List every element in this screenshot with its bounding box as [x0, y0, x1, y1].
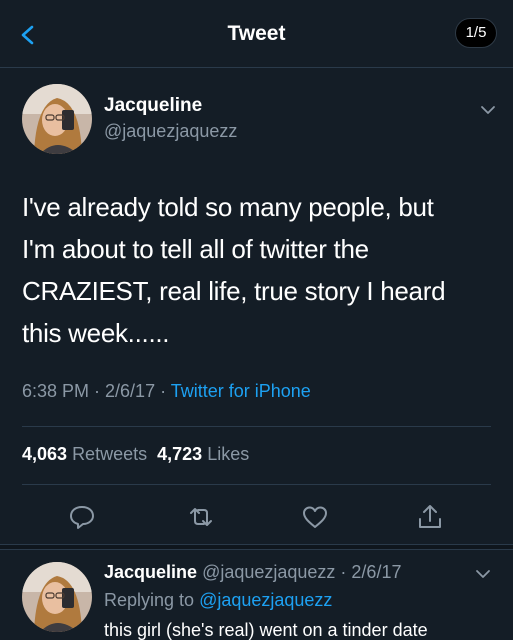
reply-icon[interactable] — [67, 502, 97, 532]
tweet-text-line: I've already told so many people, but — [22, 192, 434, 222]
divider — [0, 544, 513, 550]
reply-meta: @jaquezjaquezz · 2/6/17 — [202, 562, 402, 582]
tweet-timestamp: 6:38 PM · 2/6/17 · — [22, 381, 171, 401]
tweet-text-line: this week...... — [22, 318, 170, 348]
reply-header: Jacqueline @jaquezjaquezz · 2/6/17 — [104, 562, 401, 583]
tweet-source-link[interactable]: Twitter for iPhone — [171, 381, 311, 401]
reply-text: this girl (she's real) went on a tinder … — [104, 620, 428, 640]
page-title: Tweet — [227, 22, 286, 45]
reply-avatar[interactable] — [22, 562, 92, 632]
replying-to-label: Replying to — [104, 590, 195, 610]
tweet-text-line: CRAZIEST, real life, true story I heard — [22, 276, 446, 306]
replying-to: Replying to @jaquezjaquezz — [104, 590, 332, 611]
retweet-icon[interactable] — [186, 502, 216, 532]
tweet-detail-screen: Tweet 1/5 Jacqueline @jaquezjaquezz I've… — [0, 0, 513, 640]
thread-counter-badge: 1/5 — [455, 18, 497, 48]
chevron-down-icon[interactable] — [480, 104, 496, 116]
retweet-label[interactable]: Retweets — [72, 444, 147, 464]
like-icon[interactable] — [300, 502, 330, 532]
tweet-stats: 4,063 Retweets 4,723 Likes — [22, 444, 249, 465]
author-name[interactable]: Jacqueline — [104, 95, 202, 117]
like-count[interactable]: 4,723 — [157, 444, 202, 464]
divider — [22, 426, 491, 427]
retweet-count[interactable]: 4,063 — [22, 444, 67, 464]
like-label[interactable]: Likes — [207, 444, 249, 464]
top-bar: Tweet 1/5 — [0, 0, 513, 68]
tweet-text: I've already told so many people, but I'… — [22, 186, 492, 354]
avatar[interactable] — [22, 84, 92, 154]
tweet-author: Jacqueline @jaquezjaquezz — [22, 84, 502, 156]
share-icon[interactable] — [415, 502, 445, 532]
tweet-text-line: I'm about to tell all of twitter the — [22, 234, 369, 264]
tweet-actions — [0, 494, 513, 538]
divider — [22, 484, 491, 485]
chevron-down-icon[interactable] — [475, 568, 491, 580]
author-handle[interactable]: @jaquezjaquezz — [104, 121, 237, 142]
replying-to-mention[interactable]: @jaquezjaquezz — [199, 590, 332, 610]
reply-author-name[interactable]: Jacqueline — [104, 562, 197, 582]
tweet-meta: 6:38 PM · 2/6/17 · Twitter for iPhone — [22, 381, 311, 402]
